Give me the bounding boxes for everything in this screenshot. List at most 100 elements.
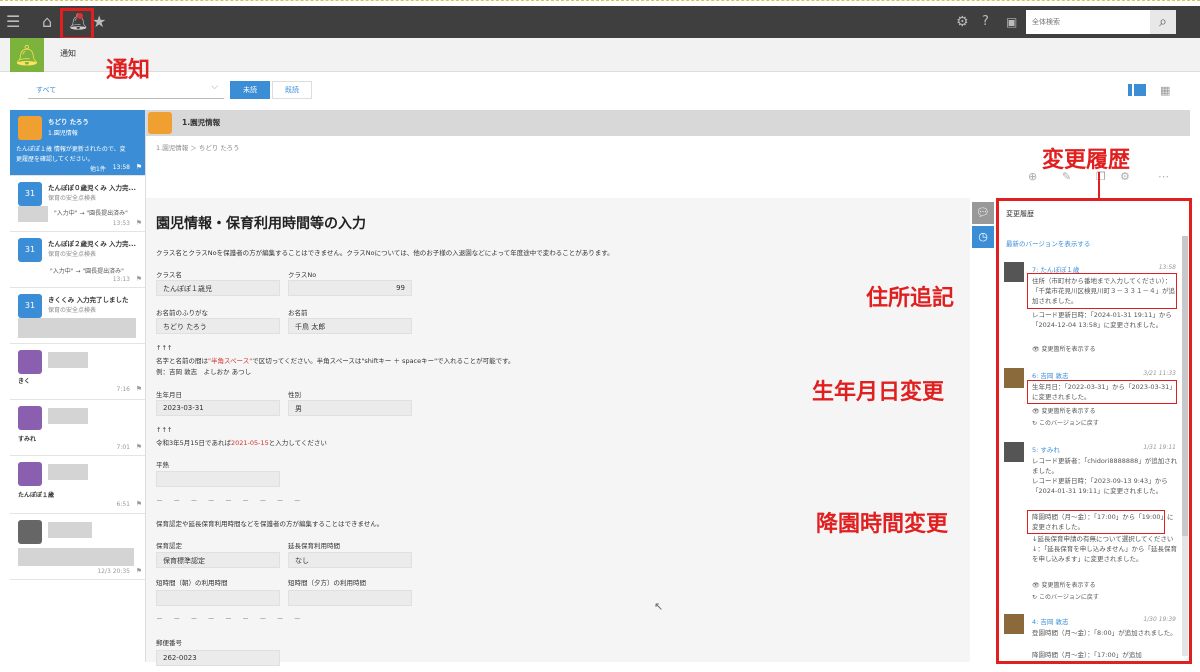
item-time: 13:13	[112, 276, 130, 283]
item-label: たんぽぽ１歳	[18, 492, 55, 499]
more-icon[interactable]: ⋯	[1158, 170, 1169, 183]
breadcrumb[interactable]: 1.園児情報 ＞ ちどり たろう	[156, 142, 240, 152]
list-item[interactable]: 31 たんぽぽ２歳児くみ 入力完... 保育の安全点検表 "入力中" → "園長…	[10, 232, 145, 288]
list-item[interactable]: きく 7:16 ⚑	[10, 344, 145, 400]
item-count: 他1件	[90, 166, 106, 173]
user-icon	[18, 520, 42, 544]
item-time: 13:58	[112, 164, 130, 171]
list-item[interactable]: すみれ 7:01 ⚑	[10, 400, 145, 456]
search-icon: ⌕	[1159, 14, 1167, 30]
flag-icon[interactable]: ⚑	[136, 567, 142, 575]
zip-label: 郵便番号	[156, 639, 182, 647]
item-time: 12/3 20:35	[97, 568, 130, 575]
entry-time: 1/31 19:11	[1143, 444, 1176, 451]
entry-text: ↓延長保育申請の有無について選択してください↓：「延長保育を申し込みません」から…	[1032, 535, 1178, 563]
scrollbar-thumb[interactable]	[1182, 236, 1188, 536]
item-time: 7:16	[116, 386, 130, 393]
star-icon[interactable]: ★	[92, 6, 106, 38]
help-icon[interactable]: ?	[982, 6, 989, 38]
list-view-icon[interactable]	[1128, 84, 1146, 96]
add-icon[interactable]: ⊕	[1028, 170, 1037, 183]
temperature-field	[156, 471, 280, 487]
user-icon	[1004, 262, 1024, 282]
show-diff-link[interactable]: 👁︎ 変更箇所を表示する	[1032, 344, 1096, 353]
cursor-icon: ↖	[654, 600, 664, 613]
name-field: 千鳥 太郎	[288, 318, 412, 334]
short-am-label: 短時間（朝）の利用時間	[156, 579, 228, 587]
item-sub: 保育の安全点検表	[48, 251, 97, 258]
menu-icon[interactable]: ☰	[6, 6, 20, 38]
annotation-birth: 生年月日変更	[812, 380, 945, 405]
extended-care-field: なし	[288, 552, 412, 568]
comment-icon[interactable]: 💬︎	[972, 202, 994, 224]
sex-field: 男	[288, 400, 412, 416]
class-no-label: クラスNo	[288, 271, 317, 279]
gear-icon[interactable]: ⚙	[956, 6, 969, 38]
show-diff-link[interactable]: 👁︎ 変更箇所を表示する	[1032, 580, 1096, 589]
item-time: 7:01	[116, 444, 130, 451]
list-item[interactable]: たんぽぽ１歳 6:51 ⚑	[10, 456, 145, 514]
calendar-icon: 31	[18, 294, 42, 318]
flag-icon[interactable]: ⚑	[136, 275, 142, 283]
tab-unread[interactable]: 未読	[230, 81, 270, 99]
item-sub: 保育の安全点検表	[48, 195, 97, 202]
restore-version-link[interactable]: ↻ このバージョンに戻す	[1032, 592, 1099, 601]
tab-read[interactable]: 既読	[272, 81, 312, 99]
flag-icon[interactable]: ⚑	[136, 443, 142, 451]
list-item[interactable]: 31 たんぽぽ０歳児くみ 入力完... 保育の安全点検表 "入力中" → "園長…	[10, 176, 145, 232]
zip-field: 262-0023	[156, 650, 280, 666]
entry-text: レコード更新日時：「2023-09-13 9:43」から「2024-01-31 …	[1032, 477, 1168, 495]
home-icon[interactable]: ⌂	[42, 6, 52, 38]
history-icon[interactable]: ◷	[972, 226, 994, 248]
arrows-note: ↑↑↑	[156, 344, 173, 352]
short-pm-label: 短時間（夕方）の利用時間	[288, 579, 366, 587]
search-button[interactable]: ⌕	[1150, 10, 1176, 34]
top-bar: ☰ ⌂ 🔔︎ ★ ⚙ ? ▣ ⌕	[0, 6, 1200, 38]
blurred-content	[18, 548, 134, 566]
blurred-avatar	[18, 206, 48, 222]
chevron-down-icon: ⌵	[211, 82, 218, 92]
restore-version-link[interactable]: ↻ このバージョンに戻す	[1032, 418, 1099, 427]
address-highlight-box	[1027, 273, 1177, 309]
entry-text: レコード更新日時：「2024-01-31 19:11」から「2024-12-04…	[1032, 311, 1172, 329]
list-item[interactable]: ちどり たろう 1.園児情報 たんぽぽ１歳 情報が更新されたので、変 更履歴を確…	[10, 110, 145, 176]
app-icon	[18, 116, 42, 140]
name-label: お名前	[288, 309, 308, 317]
blurred-content	[18, 318, 136, 338]
kana-field: ちどり たろう	[156, 318, 280, 334]
extended-care-label: 延長保育利用時間	[288, 542, 340, 550]
entry-head[interactable]: 4: 吉岡 敦志	[1032, 616, 1068, 626]
item-line: 更履歴を確認してください。	[16, 156, 94, 163]
flag-icon[interactable]: ⚑	[136, 219, 142, 227]
class-name-field: たんぽぽ１歳児	[156, 280, 280, 296]
grid-view-icon[interactable]: ▦	[1160, 84, 1170, 97]
flag-icon[interactable]: ⚑	[136, 500, 142, 508]
class-name-label: クラス名	[156, 271, 182, 279]
temperature-label: 平熱	[156, 461, 169, 469]
record-title: 1.園児情報	[182, 118, 221, 127]
item-title: きくくみ 入力完了しました	[48, 296, 129, 304]
calendar-icon: 31	[18, 182, 42, 206]
latest-version-link[interactable]: 最新のバージョンを表示する	[1006, 238, 1090, 248]
birth-highlight-box	[1027, 380, 1177, 404]
entry-text: 降園時間（月～金）：「17:00」が追加	[1032, 651, 1142, 659]
annotation-connector	[1098, 172, 1100, 198]
item-time: 6:51	[116, 501, 130, 508]
list-item[interactable]: 31 きくくみ 入力完了しました 保育の安全点検表	[10, 288, 145, 344]
entry-head[interactable]: 5: すみれ	[1032, 444, 1060, 454]
user-icon	[1004, 442, 1024, 462]
show-diff-link[interactable]: 👁︎ 変更箇所を表示する	[1032, 406, 1096, 415]
entry-head[interactable]: 6: 吉岡 敦志	[1032, 370, 1068, 380]
flag-icon[interactable]: ⚑	[136, 163, 142, 171]
calendar-icon: 31	[18, 238, 42, 262]
notification-list[interactable]: ちどり たろう 1.園児情報 たんぽぽ１歳 情報が更新されたので、変 更履歴を確…	[10, 110, 146, 662]
app-icon[interactable]: ▣	[1006, 6, 1017, 38]
form-description: クラス名とクラスNoを保護者の方が編集することはできません。クラスNoについては…	[156, 249, 614, 257]
note-text: 令和3年5月15日であれば	[156, 439, 231, 447]
blurred-title	[48, 464, 88, 480]
search-input[interactable]	[1026, 10, 1150, 34]
item-label: きく	[18, 378, 31, 385]
flag-icon[interactable]: ⚑	[136, 385, 142, 393]
list-item[interactable]: 12/3 20:35 ⚑	[10, 514, 145, 580]
link-label: このバージョンに戻す	[1038, 594, 1099, 601]
